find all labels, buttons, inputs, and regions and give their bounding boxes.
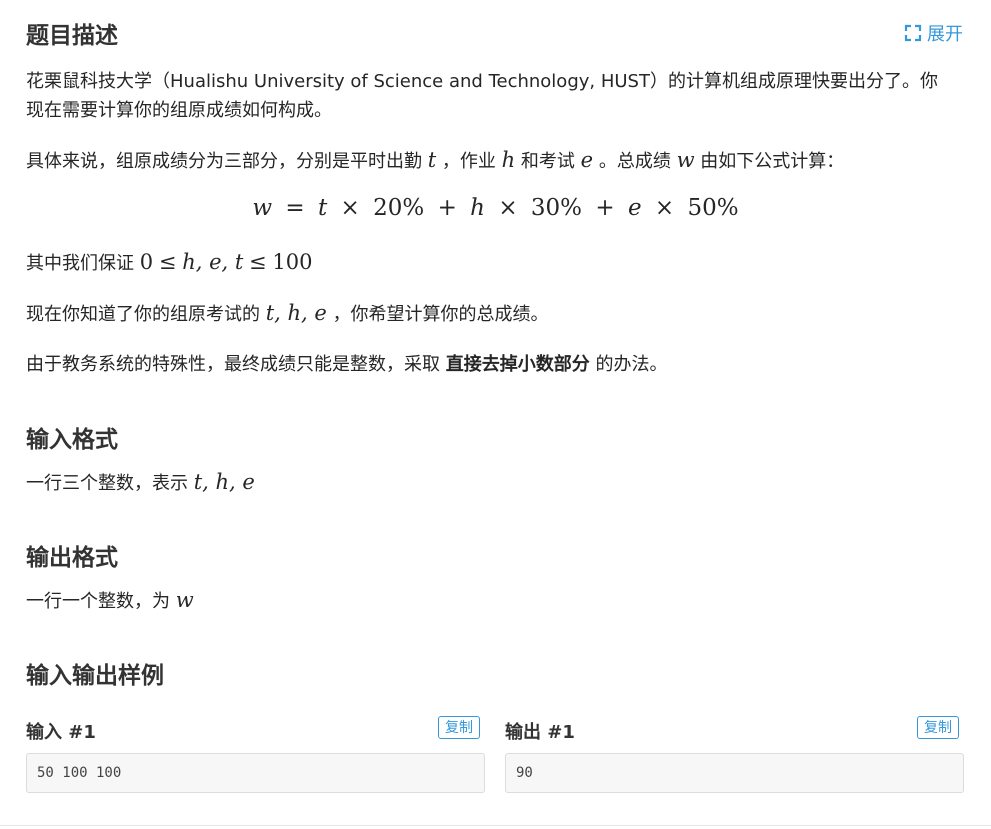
sample-output-label: 输出 #1 [505,722,575,743]
formula-times-1: × [340,195,360,221]
output-format-var: w [175,588,194,612]
p5-text-a: 由于教务系统的特殊性，最终成绩只能是整数，采取 [26,354,440,375]
description-paragraph-4: 现在你知道了你的组原考试的 t, h, e ，你希望计算你的总成绩。 [26,299,951,329]
p2-text-d: 。总成绩 [598,151,671,172]
formula-w: w [252,195,273,221]
description-paragraph-5: 由于教务系统的特殊性，最终成绩只能是整数，采取 直接去掉小数部分 的办法。 [26,350,951,379]
input-format-vars: t, h, e [193,470,255,494]
output-format-heading: 输出格式 [26,545,118,571]
p2-text-c: 和考试 [520,151,575,172]
formula-plus-1: + [437,195,457,221]
p2-text-f: 由如下公式计算： [700,151,845,172]
output-format-text: 一行一个整数，为 w [26,586,951,616]
formula-30pct: 30% [530,195,583,221]
formula-e: e [627,195,642,221]
expand-button[interactable]: 展开 [904,20,963,46]
input-format-heading: 输入格式 [26,427,118,453]
sample-output-box[interactable]: 90 [505,753,964,793]
p2-text-b: ，作业 [441,151,496,172]
expand-label: 展开 [927,24,963,45]
p3-vars: h, e, t [182,250,244,274]
sample-input-box[interactable]: 50 100 100 [26,753,485,793]
p3-hundred: 100 [272,250,313,274]
copy-input-button[interactable]: 复制 [438,716,480,739]
formula-t: t [317,195,328,221]
input-format-desc: 一行三个整数，表示 [26,473,188,494]
formula-eq: = [285,195,305,221]
var-e: e [580,148,594,172]
p5-bold: 直接去掉小数部分 [445,354,590,375]
input-format-text: 一行三个整数，表示 t, h, e [26,468,951,498]
formula-times-2: × [498,195,518,221]
p5-text-b: 的办法。 [595,354,668,375]
samples-heading: 输入输出样例 [26,663,164,689]
description-heading: 题目描述 [26,23,118,49]
description-paragraph-2: 具体来说，组原成绩分为三部分，分别是平时出勤 t ，作业 h 和考试 e 。总成… [26,146,951,176]
p3-text: 其中我们保证 [26,253,134,274]
formula-times-3: × [654,195,675,221]
copy-output-button[interactable]: 复制 [917,716,959,739]
p2-text-a: 具体来说，组原成绩分为三部分，分别是平时出勤 [26,151,422,172]
p4-vars: t, h, e [265,301,327,325]
sample-input-label: 输入 #1 [26,722,96,743]
formula-plus-2: + [595,195,615,221]
expand-icon [904,24,922,42]
p3-zero: 0 [139,250,154,274]
description-paragraph-3: 其中我们保证 0 ≤ h, e, t ≤ 100 [26,248,951,278]
p3-le-1: ≤ [158,250,177,274]
formula-50pct: 50% [687,195,739,221]
var-w: w [676,148,695,172]
var-t: t [427,148,437,172]
p3-le-2: ≤ [249,250,267,274]
formula-h: h [470,195,485,221]
p4-text-b: ，你希望计算你的总成绩。 [332,304,549,325]
output-format-desc: 一行一个整数，为 [26,591,170,612]
p4-text-a: 现在你知道了你的组原考试的 [26,304,260,325]
description-paragraph-1: 花栗鼠科技大学（Hualishu University of Science a… [26,71,938,121]
var-h: h [501,148,516,172]
formula-20pct: 20% [373,195,425,221]
score-formula: w = t × 20% + h × 30% + e × 50% [0,195,991,221]
problem-card: 题目描述 展开 花栗鼠科技大学（Hualishu University of S… [0,0,991,826]
